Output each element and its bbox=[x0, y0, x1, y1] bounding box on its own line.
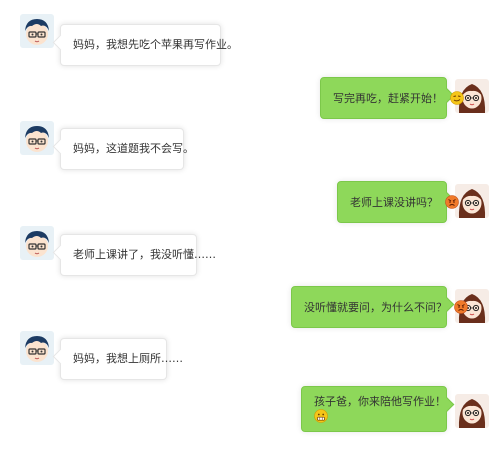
child-avatar bbox=[20, 121, 54, 155]
message-bubble-left: 妈妈，这道题我不会写。 bbox=[60, 128, 194, 170]
message-bubble-left: 妈妈，我想先吃个苹果再写作业。 bbox=[60, 24, 238, 66]
woman-face-icon bbox=[455, 184, 489, 218]
boy-face-icon bbox=[20, 331, 54, 365]
child-avatar bbox=[20, 226, 54, 260]
message-text: 妈妈，这道题我不会写。 bbox=[73, 142, 194, 155]
child-avatar bbox=[20, 14, 54, 48]
message-bubble-right: 老师上课没讲吗？ bbox=[337, 181, 447, 223]
message-text: 孩子爸，你来陪他写作业！ bbox=[314, 395, 446, 408]
message-bubble-left: 老师上课讲了，我没听懂…… bbox=[60, 234, 216, 276]
message-text: 写完再吃，赶紧开始！ bbox=[333, 92, 443, 105]
child-avatar bbox=[20, 331, 54, 365]
message-bubble-right: 孩子爸，你来陪他写作业！ bbox=[301, 386, 447, 432]
message-bubble-left: 妈妈，我想上厕所…… bbox=[60, 338, 183, 380]
boy-face-icon bbox=[20, 121, 54, 155]
message-text: 没听懂就要问，为什么不问？ bbox=[304, 301, 447, 314]
mother-avatar bbox=[455, 394, 489, 428]
message-text: 老师上课没讲吗？ bbox=[350, 196, 438, 209]
boy-face-icon bbox=[20, 226, 54, 260]
message-text: 妈妈，我想上厕所…… bbox=[73, 352, 183, 365]
angry-face-icon bbox=[454, 300, 468, 314]
message-bubble-right: 没听懂就要问，为什么不问？ bbox=[291, 286, 447, 328]
smirk-face-icon bbox=[450, 91, 464, 105]
message-bubble-right: 写完再吃，赶紧开始！ bbox=[320, 77, 447, 119]
message-text: 妈妈，我想先吃个苹果再写作业。 bbox=[73, 38, 238, 51]
angry-face-icon bbox=[445, 195, 459, 209]
mother-avatar bbox=[455, 184, 489, 218]
woman-face-icon bbox=[455, 394, 489, 428]
grimace-face-icon bbox=[314, 409, 328, 423]
boy-face-icon bbox=[20, 14, 54, 48]
message-text: 老师上课讲了，我没听懂…… bbox=[73, 248, 216, 261]
